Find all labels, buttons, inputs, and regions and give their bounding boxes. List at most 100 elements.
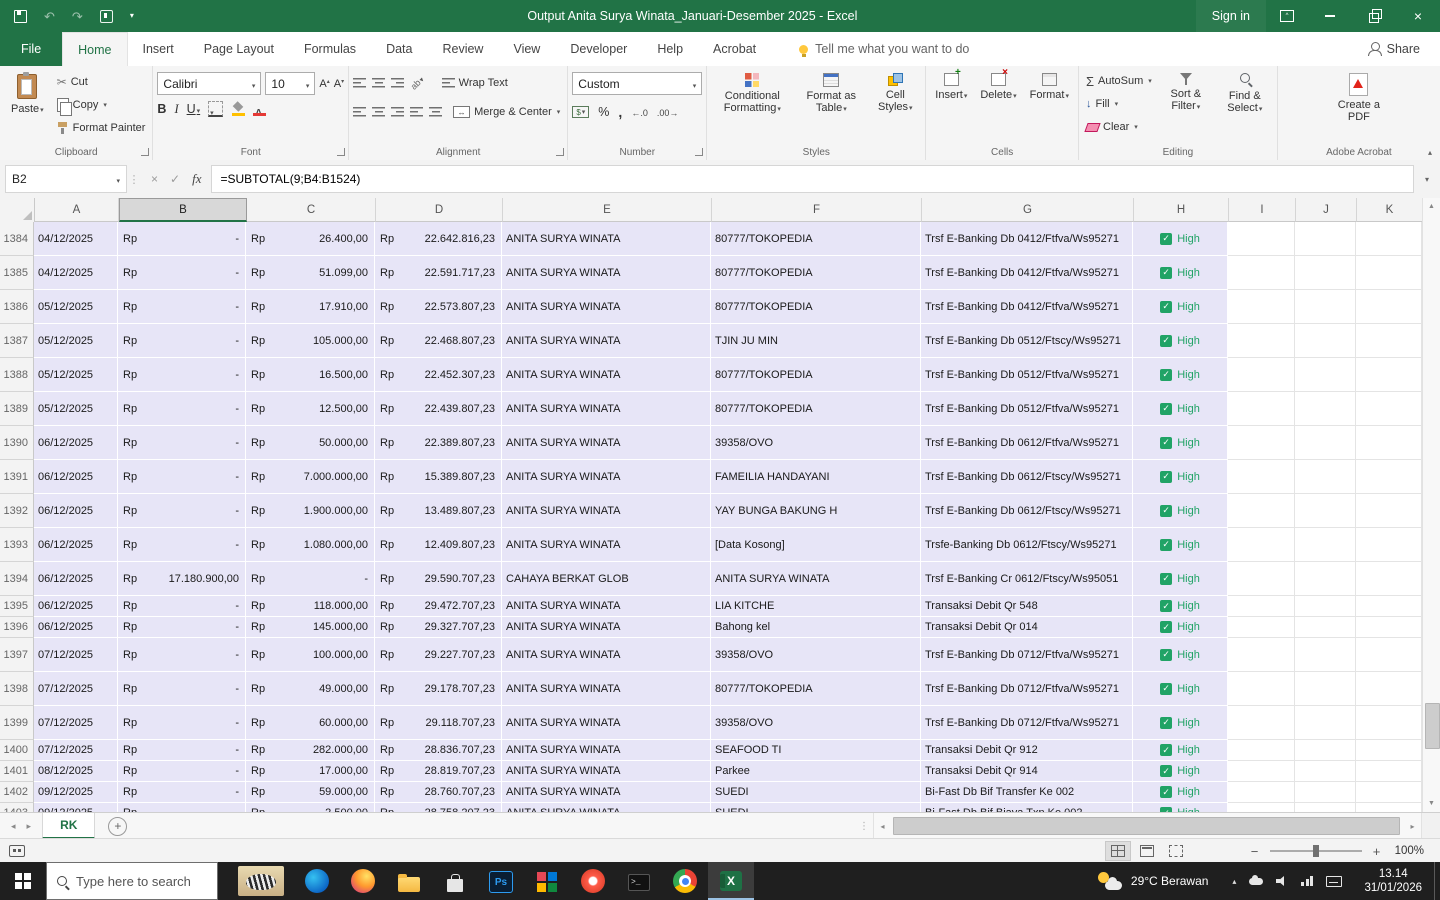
cell-description[interactable]: Trsf E-Banking Db 0712/Ftfva/Ws95271 xyxy=(921,672,1133,706)
decrease-font-size-icon[interactable]: A xyxy=(334,78,344,90)
cell-amount-c[interactable]: Rp 118.000,00 xyxy=(246,596,375,617)
zoom-slider-thumb[interactable] xyxy=(1312,845,1319,857)
cell-amount-b[interactable]: Rp - xyxy=(118,638,246,672)
sheet-nav-left-icon[interactable]: ◂ xyxy=(11,821,16,832)
cell-empty[interactable] xyxy=(1228,617,1295,638)
cell-empty[interactable] xyxy=(1356,761,1422,782)
row-header[interactable]: 1386 xyxy=(0,290,34,324)
sheet-tab-rk[interactable]: RK xyxy=(42,813,96,839)
cell-styles-button[interactable]: Cell Styles xyxy=(869,69,921,119)
cell-account-name[interactable]: ANITA SURYA WINATA xyxy=(502,290,711,324)
cell-description[interactable]: Trsf E-Banking Db 0412/Ftfva/Ws95271 xyxy=(921,290,1133,324)
save-icon[interactable] xyxy=(14,9,27,23)
cell-counterparty[interactable]: 39358/OVO xyxy=(711,638,921,672)
cell-description[interactable]: Trsf E-Banking Db 0712/Ftfva/Ws95271 xyxy=(921,638,1133,672)
cell-empty[interactable] xyxy=(1356,596,1422,617)
cell-priority[interactable]: High xyxy=(1133,803,1228,812)
column-header-k[interactable]: K xyxy=(1357,198,1422,222)
row-header[interactable]: 1400 xyxy=(0,740,34,761)
zoom-in-icon[interactable]: + xyxy=(1371,845,1383,858)
cell-account-name[interactable]: ANITA SURYA WINATA xyxy=(502,596,711,617)
column-header-g[interactable]: G xyxy=(922,198,1134,222)
cell-balance[interactable]: Rp 29.590.707,23 xyxy=(375,562,502,596)
align-center-icon[interactable] xyxy=(372,107,386,117)
cell-description[interactable]: Trsf E-Banking Db 0512/Ftfva/Ws95271 xyxy=(921,392,1133,426)
cell-empty[interactable] xyxy=(1356,222,1422,256)
cell-empty[interactable] xyxy=(1356,324,1422,358)
tell-me-box[interactable]: Tell me what you want to do xyxy=(799,32,969,66)
cell-description[interactable]: Transaksi Debit Qr 548 xyxy=(921,596,1133,617)
cell-balance[interactable]: Rp 29.178.707,23 xyxy=(375,672,502,706)
cell-amount-b[interactable]: Rp - xyxy=(118,426,246,460)
cell-date[interactable]: 06/12/2025 xyxy=(34,528,118,562)
cell-empty[interactable] xyxy=(1228,290,1295,324)
merge-center-button[interactable]: Merge & Center xyxy=(450,102,563,122)
tab-data[interactable]: Data xyxy=(371,32,427,66)
cell-counterparty[interactable]: YAY BUNGA BAKUNG H xyxy=(711,494,921,528)
vertical-scrollbar[interactable]: ▲ ▼ xyxy=(1422,198,1440,812)
cell-date[interactable]: 08/12/2025 xyxy=(34,761,118,782)
cell-counterparty[interactable]: SEAFOOD TI xyxy=(711,740,921,761)
cell-balance[interactable]: Rp 22.452.307,23 xyxy=(375,358,502,392)
cell-counterparty[interactable]: LIA KITCHE xyxy=(711,596,921,617)
cell-description[interactable]: Transaksi Debit Qr 014 xyxy=(921,617,1133,638)
tab-view[interactable]: View xyxy=(498,32,555,66)
alignment-dialog-launcher-icon[interactable] xyxy=(556,148,565,156)
format-painter-button[interactable]: Format Painter xyxy=(54,118,149,138)
cell-date[interactable]: 06/12/2025 xyxy=(34,617,118,638)
column-header-b[interactable]: B xyxy=(119,198,247,222)
red-circle-app-button[interactable] xyxy=(570,862,616,900)
borders-icon[interactable] xyxy=(208,101,224,117)
row-header[interactable]: 1397 xyxy=(0,638,34,672)
cell-description[interactable]: Trsf E-Banking Cr 0612/Ftscy/Ws95051 xyxy=(921,562,1133,596)
cell-account-name[interactable]: ANITA SURYA WINATA xyxy=(502,740,711,761)
cell-account-name[interactable]: ANITA SURYA WINATA xyxy=(502,392,711,426)
file-explorer-app-button[interactable] xyxy=(386,862,432,900)
restore-button[interactable] xyxy=(1352,0,1396,32)
cell-counterparty[interactable]: SUEDI xyxy=(711,803,921,812)
cell-empty[interactable] xyxy=(1356,528,1422,562)
horizontal-scrollbar[interactable]: ◂ ▸ xyxy=(873,813,1421,839)
minimize-button[interactable] xyxy=(1308,0,1352,32)
cell-balance[interactable]: Rp 29.118.707,23 xyxy=(375,706,502,740)
cell-priority[interactable]: High xyxy=(1133,562,1228,596)
cell-priority[interactable]: High xyxy=(1133,706,1228,740)
cell-amount-c[interactable]: Rp 1.900.000,00 xyxy=(246,494,375,528)
create-pdf-button[interactable]: Create a PDF xyxy=(1331,69,1387,127)
cell-amount-c[interactable]: Rp 282.000,00 xyxy=(246,740,375,761)
cell-priority[interactable]: High xyxy=(1133,672,1228,706)
cell-amount-b[interactable]: Rp - xyxy=(118,392,246,426)
cell-empty[interactable] xyxy=(1356,638,1422,672)
select-all-corner[interactable] xyxy=(0,198,35,223)
cell-account-name[interactable]: ANITA SURYA WINATA xyxy=(502,494,711,528)
scroll-up-icon[interactable]: ▲ xyxy=(1423,198,1440,215)
row-header[interactable]: 1390 xyxy=(0,426,34,460)
horizontal-scrollbar-thumb[interactable] xyxy=(893,817,1400,835)
cell-amount-b[interactable]: Rp - xyxy=(118,460,246,494)
undo-icon[interactable]: ↶ xyxy=(44,10,55,23)
row-header[interactable]: 1396 xyxy=(0,617,34,638)
firefox-app-button[interactable] xyxy=(340,862,386,900)
bottom-align-icon[interactable] xyxy=(391,78,405,88)
cell-priority[interactable]: High xyxy=(1133,256,1228,290)
cell-empty[interactable] xyxy=(1295,222,1356,256)
cell-empty[interactable] xyxy=(1228,740,1295,761)
delete-cells-button[interactable]: Delete xyxy=(975,67,1021,107)
cell-account-name[interactable]: ANITA SURYA WINATA xyxy=(502,706,711,740)
cell-empty[interactable] xyxy=(1228,494,1295,528)
wrap-text-button[interactable]: Wrap Text xyxy=(439,73,511,93)
cell-counterparty[interactable]: FAMEILIA HANDAYANI xyxy=(711,460,921,494)
cell-priority[interactable]: High xyxy=(1133,290,1228,324)
cell-account-name[interactable]: ANITA SURYA WINATA xyxy=(502,460,711,494)
cell-counterparty[interactable]: SUEDI xyxy=(711,782,921,803)
cell-empty[interactable] xyxy=(1295,803,1356,812)
cell-counterparty[interactable]: 80777/TOKOPEDIA xyxy=(711,256,921,290)
cell-date[interactable]: 07/12/2025 xyxy=(34,740,118,761)
cell-counterparty[interactable]: TJIN JU MIN xyxy=(711,324,921,358)
tab-formulas[interactable]: Formulas xyxy=(289,32,371,66)
cell-description[interactable]: Trsf E-Banking Db 0412/Ftfva/Ws95271 xyxy=(921,256,1133,290)
number-dialog-launcher-icon[interactable] xyxy=(695,148,704,156)
scroll-left-icon[interactable]: ◂ xyxy=(874,813,891,839)
increase-indent-icon[interactable] xyxy=(429,107,443,117)
cell-account-name[interactable]: ANITA SURYA WINATA xyxy=(502,222,711,256)
